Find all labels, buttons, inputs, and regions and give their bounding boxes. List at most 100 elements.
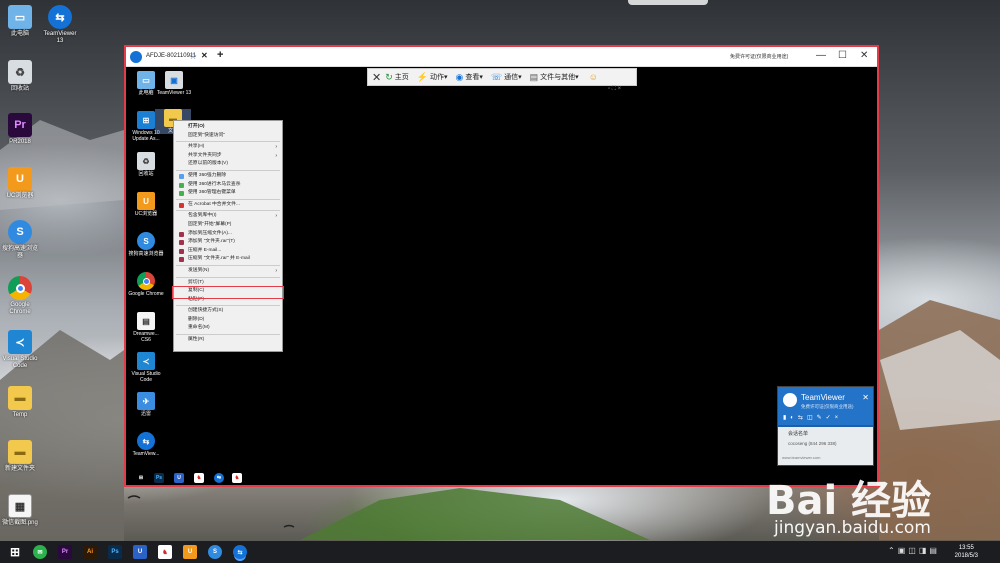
remote-icon-teamviewer[interactable]: ▣ TeamViewer 13 <box>156 71 192 96</box>
remote-icon-recycle-bin[interactable]: ♻ 回收站 <box>128 152 164 177</box>
context-menu-item[interactable]: 添加到压缩文件(A)... <box>174 230 282 239</box>
context-menu-item[interactable]: 固定到"快速访问" <box>174 132 282 141</box>
remote-icon-chrome[interactable]: Google Chrome <box>128 272 164 297</box>
computer-icon: ▭ <box>8 5 32 29</box>
remote-icon-xunlei[interactable]: ✈ 迅雷 <box>128 392 164 417</box>
app-blue-icon[interactable]: U <box>133 545 147 559</box>
minimize-icon[interactable]: — <box>816 50 826 61</box>
close-session-icon[interactable]: ✕ <box>372 71 381 84</box>
app-red-icon[interactable]: ♞ <box>194 473 204 483</box>
desktop-icon-screenshot-file[interactable]: ▦ 微信截图.png <box>0 494 40 527</box>
taskbar-clock[interactable]: 13:55 2018/5/3 <box>955 544 978 560</box>
panel-action-icons[interactable]: ▮◐⇆◫✎✓× <box>783 414 842 421</box>
desktop-icon-new-folder[interactable]: ▬ 新建文件夹 <box>0 440 40 473</box>
context-menu-item[interactable]: 固定到"开始"屏幕(P) <box>174 221 282 230</box>
close-window-icon[interactable]: ✕ <box>860 50 868 61</box>
context-menu-item[interactable]: 创建快捷方式(S) <box>174 307 282 316</box>
context-menu-item[interactable]: 共享(H) › <box>174 143 282 152</box>
toolbar-communication[interactable]: ☏ 通信 ▾ <box>491 72 522 83</box>
context-menu-item[interactable]: 在 Acrobat 中合并文件... <box>174 201 282 210</box>
close-tab-icon[interactable]: ✕ <box>201 51 208 60</box>
toolbar-view[interactable]: ◉ 查看 ▾ <box>456 72 483 83</box>
new-tab-button[interactable]: + <box>217 49 223 61</box>
sogou-browser-icon: S <box>137 232 155 250</box>
menu-item-label: 添加到压缩文件(A)... <box>188 230 232 236</box>
context-menu[interactable]: 打开(O) 固定到"快速访问" 共享(H) › 共享文件夹同步 › 还原以前的版本(V) 使用… <box>173 120 283 352</box>
menu-item-label: 共享文件夹同步 <box>188 152 222 158</box>
desktop-icon-recycle-bin[interactable]: ♻ 回收站 <box>0 60 40 93</box>
context-menu-item[interactable]: 压缩并 E-mail... <box>174 247 282 256</box>
menu-item-icon <box>179 191 184 197</box>
system-tray[interactable]: ⌃▣◫◨▤ <box>888 546 940 555</box>
premiere-icon[interactable]: Pr <box>58 545 72 559</box>
toolbar-mini-controls[interactable]: ▫ ⛶ × <box>608 86 621 93</box>
menu-item-label: 压缩到 "文件夹.rar" 并 E-mail <box>188 256 250 262</box>
context-menu-item[interactable]: 打开(O) <box>174 123 282 132</box>
desktop-icon-chrome[interactable]: Google Chrome <box>0 276 40 316</box>
menu-item-label: 使用 360管理右键菜单 <box>188 190 236 196</box>
menu-item-icon <box>179 231 184 237</box>
uc-browser-icon[interactable]: U <box>183 545 197 559</box>
context-menu-item[interactable]: 使用 360管理右键菜单 <box>174 189 282 198</box>
smiley-icon[interactable]: ☺ <box>589 72 598 82</box>
context-menu-item[interactable]: 包含到库中(I) › <box>174 212 282 221</box>
remote-icon-uc-browser[interactable]: U UC浏览器 <box>128 192 164 217</box>
start-icon[interactable]: ⊞ <box>136 473 146 483</box>
context-menu-item[interactable]: 添加到 "文件夹.rar"(T) <box>174 238 282 247</box>
teamviewer-icon: ⇆ <box>137 432 155 450</box>
photoshop-icon[interactable]: Ps <box>154 473 164 483</box>
menu-item-label: 使用 360强力删除 <box>188 172 227 178</box>
menu-separator <box>176 334 280 336</box>
menu-item-label: 打开(O) <box>188 124 205 129</box>
favorite-star-icon[interactable]: ☆ <box>189 51 197 62</box>
remote-icon-dreamweaver[interactable]: ▤ Dreamwe... CS6 <box>128 312 164 343</box>
menu-item-label: 包含到库中(I) <box>188 213 217 219</box>
uc-browser-icon: U <box>137 192 155 210</box>
teamviewer-icon[interactable]: ⇆ <box>233 545 247 559</box>
photoshop-icon[interactable]: Ps <box>108 545 122 559</box>
toolbar-home[interactable]: ↻ 主页 <box>385 72 409 83</box>
desktop-icon-vscode[interactable]: ≺ Visual Studio Code <box>0 330 40 370</box>
context-menu-item[interactable]: 发送到(N) › <box>174 267 282 276</box>
desktop-icon-uc-browser[interactable]: U UC浏览器 <box>0 167 40 200</box>
app-blue-icon[interactable]: U <box>174 473 184 483</box>
context-menu-item[interactable]: 压缩到 "文件夹.rar" 并 E-mail <box>174 255 282 264</box>
chevron-right-icon: › <box>275 267 277 274</box>
menu-separator <box>176 210 280 212</box>
context-menu-item[interactable]: 删除(D) <box>174 316 282 325</box>
panel-close-icon[interactable]: ✕ <box>862 393 869 402</box>
desktop-icon-sogou-browser[interactable]: S 搜狗高速浏览器 <box>0 220 40 260</box>
context-menu-item[interactable]: 还原以前的版本(V) <box>174 160 282 169</box>
context-menu-item[interactable]: 使用 360进行木马云查杀 <box>174 181 282 190</box>
menu-item-icon <box>179 248 184 254</box>
context-menu-item[interactable]: 使用 360强力删除 <box>174 172 282 181</box>
context-menu-item[interactable]: 共享文件夹同步 › <box>174 152 282 161</box>
remote-icon-sogou-browser[interactable]: S 搜狗高速浏览器 <box>128 232 164 257</box>
windows-start-icon[interactable]: ⊞ <box>8 545 22 559</box>
context-menu-item[interactable]: 重命名(M) <box>174 324 282 333</box>
maximize-icon[interactable]: ☐ <box>838 50 847 61</box>
remote-icon-vscode[interactable]: ≺ Visual Studio Code <box>128 352 164 383</box>
toolbar-files[interactable]: ▤ 文件与其他 ▾ <box>530 72 579 83</box>
xunlei-icon: ✈ <box>137 392 155 410</box>
app-red-icon[interactable]: ♞ <box>232 473 242 483</box>
app-red-icon[interactable]: ♞ <box>158 545 172 559</box>
clock-time: 13:55 <box>958 545 974 551</box>
desktop-icon-teamviewer[interactable]: ⇆ TeamViewer 13 <box>40 5 80 45</box>
toolbar-actions[interactable]: ⚡ 动作 ▾ <box>417 72 448 83</box>
sogou-browser-icon[interactable]: S <box>208 545 222 559</box>
session-list-header: 会话名单 <box>788 431 809 437</box>
desktop-icon-temp-folder[interactable]: ▬ Temp <box>0 386 40 419</box>
teamviewer-icon[interactable]: ⇆ <box>214 473 224 483</box>
desktop-icon-premiere[interactable]: Pr PR2018 <box>0 113 40 146</box>
remote-icon-teamviewer-2[interactable]: ⇆ TeamView... <box>128 432 164 457</box>
teamviewer-panel[interactable]: TeamViewer 免费许可证(仅限商业用途) ✕ ▮◐⇆◫✎✓× 会话名单 … <box>777 386 874 466</box>
session-list-item[interactable]: cocoseng (844 296 338) <box>788 441 837 446</box>
context-menu-item[interactable]: 属性(R) <box>174 336 282 345</box>
chevron-down-icon: ▾ <box>575 74 579 81</box>
eye-icon: ◉ <box>455 71 464 82</box>
wechat-icon[interactable]: ✉ <box>33 545 47 559</box>
illustrator-icon[interactable]: Ai <box>83 545 97 559</box>
desktop-icon-this-pc[interactable]: ▭ 此电脑 <box>0 5 40 38</box>
image-file-icon: ▦ <box>8 494 32 518</box>
